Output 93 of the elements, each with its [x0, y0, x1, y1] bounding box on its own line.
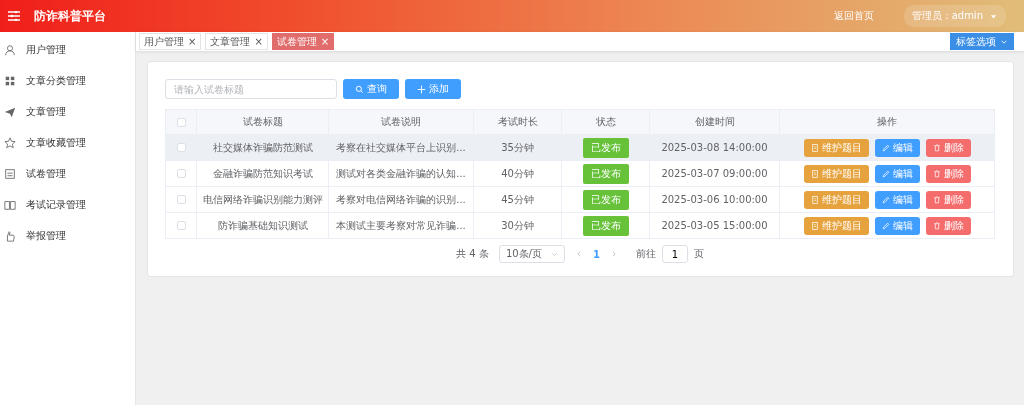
table-cell: 40分钟 — [501, 166, 534, 181]
trash-icon — [932, 143, 941, 152]
chevron-left-icon — [574, 250, 583, 258]
document-icon — [4, 167, 16, 180]
table-cell: 测试对各类金融诈骗的认知... — [336, 166, 466, 181]
page-number[interactable]: 1 — [592, 248, 600, 260]
maintain-questions-button[interactable]: 维护题目 — [803, 216, 869, 235]
goto-label: 前往 — [635, 247, 656, 261]
tab[interactable]: 试卷管理 × — [271, 33, 335, 50]
maintain-questions-button[interactable]: 维护题目 — [803, 138, 869, 157]
plus-icon — [417, 84, 426, 94]
close-icon[interactable]: × — [188, 36, 197, 47]
pencil-icon — [881, 195, 890, 204]
search-field[interactable]: 请输入试卷标题 — [165, 79, 337, 99]
hand-icon — [4, 229, 16, 242]
trash-icon — [932, 169, 941, 178]
pencil-icon — [881, 143, 890, 152]
close-icon[interactable]: × — [320, 36, 330, 47]
page-input[interactable]: 1 — [661, 245, 688, 263]
table-cell: 金融诈骗防范知识考试 — [212, 166, 313, 181]
app-title: 防诈科普平台 — [34, 7, 106, 25]
tab[interactable]: 用户管理 × — [139, 33, 202, 50]
table-cell: 2025-03-06 10:00:00 — [661, 194, 768, 205]
trash-icon — [932, 221, 941, 230]
add-button[interactable]: 添加 — [405, 79, 461, 99]
table-cell: 防诈骗基础知识测试 — [217, 218, 308, 233]
grid-icon — [4, 74, 16, 87]
document-icon — [810, 221, 819, 230]
status-tag: 已发布 — [582, 163, 629, 184]
trash-icon — [932, 195, 941, 204]
table-cell: 45分钟 — [501, 192, 534, 207]
edit-button[interactable]: 编辑 — [874, 138, 920, 157]
edit-button[interactable]: 编辑 — [874, 216, 920, 235]
page-size-select[interactable]: 10条/页 — [498, 245, 565, 263]
pencil-icon — [881, 221, 890, 230]
table-cell: 社交媒体诈骗防范测试 — [212, 140, 313, 155]
delete-button[interactable]: 删除 — [925, 190, 971, 209]
table-cell: 考察对电信网络诈骗的识别... — [336, 192, 466, 207]
sidebar-item[interactable]: 用户管理 — [0, 34, 135, 65]
tab[interactable]: 文章管理 × — [205, 33, 268, 50]
status-tag: 已发布 — [582, 215, 629, 236]
maintain-questions-button[interactable]: 维护题目 — [803, 190, 869, 209]
table-cell: 2025-03-05 15:00:00 — [661, 220, 768, 231]
document-icon — [810, 195, 819, 204]
row-checkbox[interactable] — [176, 143, 186, 152]
status-tag: 已发布 — [582, 137, 629, 158]
home-link[interactable]: 返回首页 — [833, 9, 874, 23]
pencil-icon — [881, 169, 890, 178]
table-cell: 考察在社交媒体平台上识别... — [336, 140, 466, 155]
total-count: 共 4 条 — [456, 247, 489, 261]
sidebar-item[interactable]: 文章分类管理 — [0, 65, 135, 96]
row-checkbox[interactable] — [176, 195, 186, 204]
select-all-checkbox[interactable] — [176, 117, 186, 127]
book-icon — [4, 198, 16, 211]
star-icon — [4, 136, 16, 149]
document-icon — [810, 143, 819, 152]
sidebar-item[interactable]: 举报管理 — [0, 220, 135, 251]
column-header: 试卷标题 — [242, 115, 283, 129]
page-suffix: 页 — [693, 247, 704, 261]
sidebar-item[interactable]: 考试记录管理 — [0, 189, 135, 220]
menu-icon[interactable] — [8, 11, 20, 21]
column-header: 创建时间 — [694, 115, 735, 129]
user-menu[interactable]: 管理员：admin — [903, 5, 1006, 27]
status-tag: 已发布 — [582, 189, 629, 210]
delete-button[interactable]: 删除 — [925, 138, 971, 157]
edit-button[interactable]: 编辑 — [874, 164, 920, 183]
table-cell: 本测试主要考察对常见诈骗... — [336, 218, 466, 233]
sidebar-item[interactable]: 文章收藏管理 — [0, 127, 135, 158]
column-header: 考试时长 — [497, 115, 538, 129]
sidebar-item[interactable]: 文章管理 — [0, 96, 135, 127]
table-cell: 2025-03-08 14:00:00 — [661, 142, 768, 153]
delete-button[interactable]: 删除 — [925, 164, 971, 183]
table-cell: 35分钟 — [501, 140, 534, 155]
table-cell: 电信网络诈骗识别能力测评 — [202, 192, 323, 207]
sidebar-item[interactable]: 试卷管理 — [0, 158, 135, 189]
search-icon — [355, 84, 364, 94]
column-header: 状态 — [595, 115, 616, 129]
tab-options-button[interactable]: 标签选项 — [950, 33, 1014, 50]
person-icon — [4, 43, 16, 56]
delete-button[interactable]: 删除 — [925, 216, 971, 235]
close-icon[interactable]: × — [254, 36, 263, 47]
query-button[interactable]: 查询 — [343, 79, 399, 99]
column-header: 操作 — [877, 115, 897, 129]
document-icon — [810, 169, 819, 178]
maintain-questions-button[interactable]: 维护题目 — [803, 164, 869, 183]
edit-button[interactable]: 编辑 — [874, 190, 920, 209]
row-checkbox[interactable] — [176, 169, 186, 178]
column-header: 试卷说明 — [381, 115, 421, 129]
table-cell: 30分钟 — [501, 218, 534, 233]
row-checkbox[interactable] — [176, 221, 186, 230]
chevron-down-icon — [550, 250, 558, 258]
table-cell: 2025-03-07 09:00:00 — [661, 168, 768, 179]
paper-plane-icon — [4, 105, 16, 118]
